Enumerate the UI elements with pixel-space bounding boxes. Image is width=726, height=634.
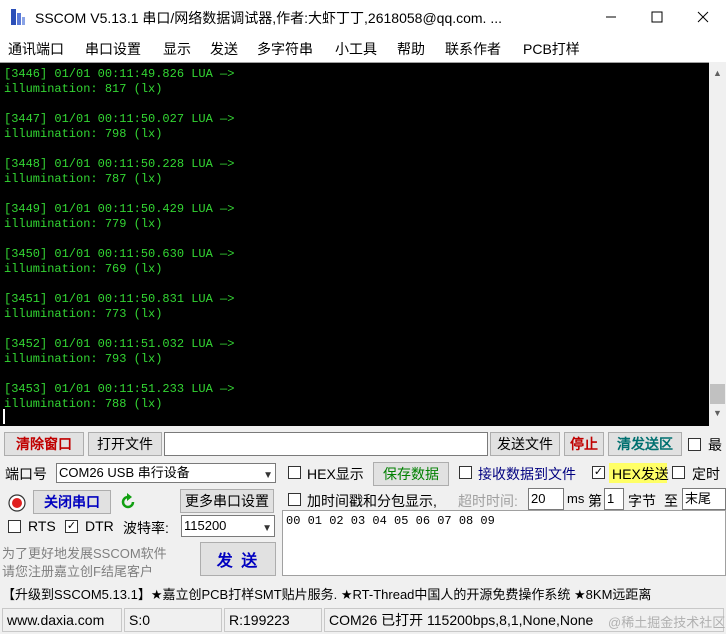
log-entry: [3446] 01/01 00:11:49.826 LUA —> illumina…: [4, 67, 235, 96]
status-url[interactable]: www.daxia.com: [2, 608, 122, 632]
port-select-value: COM26 USB 串行设备: [59, 465, 190, 480]
close-port-button[interactable]: 关闭串口: [33, 490, 111, 514]
log-entry: [3447] 01/01 00:11:50.027 LUA —> illumina…: [4, 112, 235, 141]
check-icon: ✓: [66, 520, 77, 532]
log-entry: [3451] 01/01 00:11:50.831 LUA —> illumina…: [4, 292, 235, 321]
menu-display[interactable]: 显示: [163, 39, 191, 59]
log-entry: [3452] 01/01 00:11:51.032 LUA —> illumina…: [4, 337, 235, 366]
send-content: 00 01 02 03 04 05 06 07 08 09: [286, 514, 495, 528]
baud-select[interactable]: 115200 ▼: [181, 515, 275, 537]
send-file-button[interactable]: 发送文件: [490, 432, 560, 456]
timestamp-checkbox[interactable]: [288, 493, 301, 506]
close-button[interactable]: [680, 0, 726, 34]
always-on-top-label: 最: [708, 437, 722, 453]
menu-multi-string[interactable]: 多字符串: [257, 39, 313, 59]
timed-send-checkbox[interactable]: [672, 466, 685, 479]
menu-bar: 通讯端口 串口设置 显示 发送 多字符串 小工具 帮助 联系作者 PCB打样: [0, 34, 726, 62]
minimize-icon: [606, 16, 616, 18]
send-button[interactable]: 发 送: [200, 542, 276, 576]
timeout-unit: ms: [567, 491, 585, 506]
scroll-thumb[interactable]: [710, 384, 725, 404]
file-path-input[interactable]: [164, 432, 488, 456]
hex-display-checkbox[interactable]: [288, 466, 301, 479]
watermark: @稀土掘金技术社区: [608, 615, 726, 630]
page-input[interactable]: 1: [604, 488, 624, 510]
log-entry: [3449] 01/01 00:11:50.429 LUA —> illumina…: [4, 202, 235, 231]
to-label: 至: [664, 493, 678, 509]
news-ticker[interactable]: 【升级到SSCOM5.13.1】★嘉立创PCB打样SMT贴片服务. ★RT-Th…: [0, 580, 726, 604]
hex-send-checkbox[interactable]: ✓: [592, 466, 605, 479]
promo-line-1: 为了更好地发展SSCOM软件: [2, 546, 167, 561]
byte-label: 字节: [628, 493, 656, 509]
receive-to-file-checkbox[interactable]: [459, 466, 472, 479]
end-select[interactable]: 末尾: [682, 488, 726, 510]
receive-terminal[interactable]: [3446] 01/01 00:11:49.826 LUA —> illumina…: [0, 62, 709, 426]
timeout-label: 超时时间:: [458, 493, 518, 509]
menu-help[interactable]: 帮助: [397, 39, 425, 59]
open-file-button[interactable]: 打开文件: [88, 432, 162, 456]
baud-select-value: 115200: [184, 518, 227, 533]
close-icon: [697, 11, 709, 23]
timestamp-label: 加时间戳和分包显示,: [307, 493, 437, 509]
timeout-input[interactable]: 20: [528, 488, 564, 510]
minimize-button[interactable]: [588, 0, 634, 34]
file-toolbar: 清除窗口 打开文件 发送文件 停止 清发送区 最: [0, 430, 726, 458]
dtr-checkbox[interactable]: ✓: [65, 520, 78, 533]
scroll-down-icon[interactable]: ▼: [713, 408, 722, 418]
hex-send-label: HEX发送: [612, 466, 669, 482]
always-on-top-checkbox[interactable]: [688, 438, 701, 451]
save-data-button[interactable]: 保存数据: [373, 462, 449, 486]
status-received: R:199223: [224, 608, 322, 632]
menu-comm-port[interactable]: 通讯端口: [8, 39, 64, 59]
window-title: SSCOM V5.13.1 串口/网络数据调试器,作者:大虾丁丁,2618058…: [35, 10, 503, 26]
hex-display-label: HEX显示: [307, 466, 364, 482]
more-settings-button[interactable]: 更多串口设置: [180, 489, 274, 513]
rts-label: RTS: [28, 518, 56, 534]
rts-checkbox[interactable]: [8, 520, 21, 533]
maximize-icon: [651, 11, 663, 23]
scroll-up-icon[interactable]: ▲: [713, 68, 722, 78]
check-icon: ✓: [593, 466, 604, 478]
send-textarea[interactable]: 00 01 02 03 04 05 06 07 08 09: [282, 510, 726, 576]
clear-send-button[interactable]: 清发送区: [608, 432, 682, 456]
clear-window-button[interactable]: 清除窗口: [4, 432, 84, 456]
app-icon: [11, 9, 25, 25]
port-label: 端口号: [5, 466, 47, 482]
ticker-text: 【升级到SSCOM5.13.1】★嘉立创PCB打样SMT贴片服务. ★RT-Th…: [2, 587, 652, 602]
chevron-down-icon: ▼: [262, 523, 272, 534]
page-label: 第: [588, 493, 602, 509]
log-entry: [3450] 01/01 00:11:50.630 LUA —> illumina…: [4, 247, 235, 276]
menu-pcb[interactable]: PCB打样: [523, 39, 580, 59]
status-sent: S:0: [124, 608, 222, 632]
title-bar: SSCOM V5.13.1 串口/网络数据调试器,作者:大虾丁丁,2618058…: [0, 0, 726, 34]
chevron-down-icon: ▼: [263, 470, 273, 481]
refresh-icon[interactable]: [118, 492, 138, 512]
baud-label: 波特率:: [123, 520, 169, 536]
promo-line-2: 请您注册嘉立创F结尾客户: [2, 564, 153, 579]
port-select[interactable]: COM26 USB 串行设备 ▼: [56, 463, 276, 483]
log-entry: [3448] 01/01 00:11:50.228 LUA —> illumina…: [4, 157, 235, 186]
menu-send[interactable]: 发送: [210, 39, 238, 59]
menu-serial-settings[interactable]: 串口设置: [85, 39, 141, 59]
menu-contact[interactable]: 联系作者: [445, 39, 501, 59]
dtr-label: DTR: [85, 518, 114, 534]
receive-to-file-label: 接收数据到文件: [478, 466, 576, 482]
timed-send-label: 定时: [692, 466, 720, 482]
text-cursor: [3, 409, 5, 424]
menu-tools[interactable]: 小工具: [335, 39, 377, 59]
port-status-icon: [8, 494, 26, 512]
vertical-scrollbar[interactable]: ▲ ▼: [709, 62, 726, 426]
log-entry: [3453] 01/01 00:11:51.233 LUA —> illumina…: [4, 382, 235, 411]
maximize-button[interactable]: [634, 0, 680, 34]
stop-button[interactable]: 停止: [564, 432, 604, 456]
